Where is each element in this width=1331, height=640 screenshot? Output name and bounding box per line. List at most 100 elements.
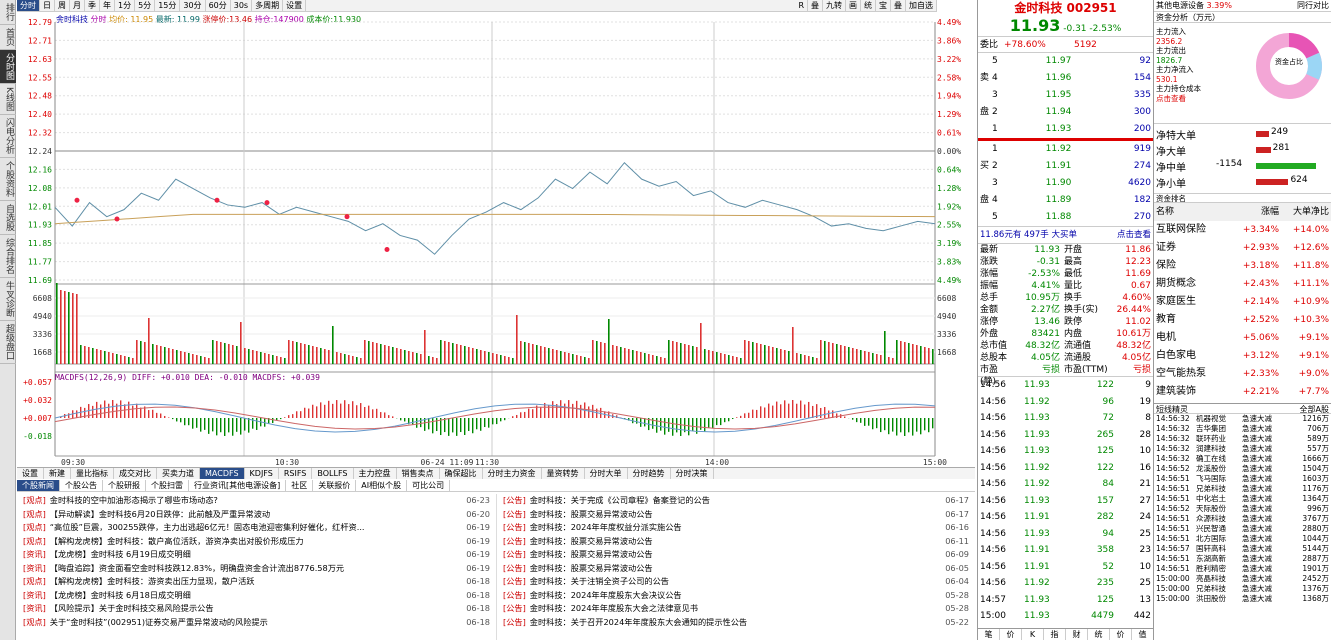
quote-nav-tab[interactable]: 财 — [1066, 629, 1088, 640]
short-tick-row[interactable]: 14:56:51 众源科技 急速大减 3767万 — [1154, 514, 1331, 524]
indicator-tab[interactable]: 确保超比 — [440, 468, 483, 479]
short-tick-row[interactable]: 14:56:52 天际股份 急速大减 996万 — [1154, 504, 1331, 514]
sector-row[interactable]: 证券 +2.93% +12.6% — [1154, 239, 1331, 257]
short-tick-row[interactable]: 15:00:00 亮晶科技 急速大减 2452万 — [1154, 574, 1331, 584]
period-button[interactable]: 1分 — [115, 0, 136, 11]
short-tick-row[interactable]: 14:56:51 中化岩土 急速大减 1364万 — [1154, 494, 1331, 504]
news-item[interactable]: [资讯] 【风险提示】关于金时科技交易风险提示公告 06-18 — [17, 602, 496, 616]
big-order-link[interactable]: 点击查看 — [1117, 227, 1151, 243]
period-button[interactable]: 季 — [85, 0, 100, 11]
news-tab[interactable]: 关联报价 — [313, 480, 357, 491]
sidebar-tab[interactable]: 自选股 — [0, 201, 16, 235]
news-tab[interactable]: 可比公司 — [407, 480, 451, 491]
short-tick-row[interactable]: 14:56:57 国轩高科 急速大减 5144万 — [1154, 544, 1331, 554]
indicator-tab[interactable]: 设置 — [17, 468, 44, 479]
short-tick-row[interactable]: 14:56:51 兄弟科技 急速大减 1176万 — [1154, 484, 1331, 494]
indicator-tab[interactable]: 量资转势 — [542, 468, 585, 479]
indicator-tab[interactable]: 分时主力资金 — [483, 468, 542, 479]
news-item[interactable]: [观点] 金时科技的空中加油形态揭示了哪些市场动态? 06-23 — [17, 494, 496, 508]
toolbar-tool-button[interactable]: 叠 — [808, 0, 823, 12]
short-tick-row[interactable]: 14:56:51 兴民智通 急速大减 2880万 — [1154, 524, 1331, 534]
indicator-tab[interactable]: BOLLFS — [312, 468, 354, 479]
toolbar-tool-button[interactable]: 宝 — [876, 0, 891, 12]
short-tick-row[interactable]: 15:00:00 兄弟科技 急速大减 1376万 — [1154, 584, 1331, 594]
indicator-tab[interactable]: 分时趋势 — [628, 468, 671, 479]
news-tab[interactable]: 个股新闻 — [17, 480, 60, 491]
short-tick-row[interactable]: 14:56:52 龙溪股份 急速大减 1504万 — [1154, 464, 1331, 474]
news-item[interactable]: [观点] “高位股”巨震，300255跌停，主力出逃超6亿元！固态电池迎密集利好催… — [17, 521, 496, 535]
period-button[interactable]: 月 — [70, 0, 85, 11]
news-item[interactable]: [公告] 金时科技：2024年年度股东大会决议公告 05-28 — [497, 589, 975, 603]
news-item[interactable]: [资讯] 【龙虎榜】金时科技 6月18日成交明细 06-18 — [17, 589, 496, 603]
period-button[interactable]: 60分 — [206, 0, 231, 11]
news-item[interactable]: [公告] 金时科技：2024年年度股东大会之法律意见书 05-28 — [497, 602, 975, 616]
short-tick-row[interactable]: 15:00:00 洪田股份 急速大减 1368万 — [1154, 594, 1331, 604]
indicator-tab[interactable]: 买卖力道 — [157, 468, 200, 479]
news-item[interactable]: [观点] 关于“金时科技”(002951)证券交易严重异常波动的风险提示 06-18 — [17, 616, 496, 630]
news-tab[interactable]: 个股公告 — [60, 480, 103, 491]
toolbar-tool-button[interactable]: 统 — [861, 0, 876, 12]
news-item[interactable]: [公告] 金时科技：股票交易异常波动公告 06-17 — [497, 508, 975, 522]
news-item[interactable]: [资讯] 【龙虎榜】金时科技 6月19日成交明细 06-19 — [17, 548, 496, 562]
short-tick-row[interactable]: 14:56:32 机器视觉 急速大减 1216万 — [1154, 414, 1331, 424]
news-item[interactable]: [公告] 金时科技：股票交易异常波动公告 06-05 — [497, 562, 975, 576]
short-tick-row[interactable]: 14:56:32 润建科技 急速大减 557万 — [1154, 444, 1331, 454]
sector-row[interactable]: 建筑装饰 +2.21% +7.7% — [1154, 383, 1331, 401]
news-tab[interactable]: 行业资讯[其他电源设备] — [189, 480, 287, 491]
sidebar-tab[interactable]: 排行 — [0, 0, 16, 25]
quote-nav-tab[interactable]: 值 — [1132, 629, 1154, 640]
sector-row[interactable]: 保险 +3.18% +11.8% — [1154, 257, 1331, 275]
news-item[interactable]: [公告] 金时科技：关于注销全资子公司的公告 06-04 — [497, 575, 975, 589]
news-item[interactable]: [公告] 金时科技：股票交易异常波动公告 06-11 — [497, 535, 975, 549]
toolbar-tool-button[interactable]: 叠 — [891, 0, 906, 12]
period-button[interactable]: 日 — [40, 0, 55, 11]
indicator-tab[interactable]: 分时大单 — [585, 468, 628, 479]
indicator-tab[interactable]: 分时决策 — [671, 468, 714, 479]
news-item[interactable]: [资讯] 【晦盘追踪】资金面看空金时科技跌12.83%，明确盘资金合计流出8776… — [17, 562, 496, 576]
short-tick-row[interactable]: 14:56:51 北方国际 急速大减 1044万 — [1154, 534, 1331, 544]
indicator-tab[interactable]: 主力控盘 — [354, 468, 397, 479]
big-order-row[interactable]: 11.86元有 497手 大买单 点击查看 — [978, 226, 1153, 243]
period-button[interactable]: 周 — [55, 0, 70, 11]
toolbar-tool-button[interactable]: 九转 — [823, 0, 846, 12]
short-tick-row[interactable]: 14:56:32 确工在线 急速大减 1666万 — [1154, 454, 1331, 464]
news-item[interactable]: [观点] 【解构龙虎榜】金时科技：游资卖出压力显现，散户活跃 06-18 — [17, 575, 496, 589]
period-button[interactable]: 5分 — [135, 0, 156, 11]
sector-row[interactable]: 互联网保险 +3.34% +14.0% — [1154, 221, 1331, 239]
period-button[interactable]: 30s — [231, 0, 253, 11]
indicator-tab[interactable]: 成交对比 — [114, 468, 157, 479]
news-item[interactable]: [观点] 【解构龙虎榜】金时科技：散户高位活跃，游资净卖出对股价形成压力 06-19 — [17, 535, 496, 549]
short-tick-row[interactable]: 14:56:32 吉华集团 急速大减 706万 — [1154, 424, 1331, 434]
sidebar-tab[interactable]: K线图 — [0, 84, 16, 115]
sidebar-tab[interactable]: 分时图 — [0, 50, 16, 84]
period-button[interactable]: 分时 — [17, 0, 40, 11]
indicator-tab[interactable]: MACDFS — [200, 468, 245, 479]
intraday-chart[interactable]: 12.79 4.49% 12.71 3.86% 12.63 3.22% 12.55 2.58%… — [17, 12, 975, 467]
short-tick-row[interactable]: 14:56:51 东湖高新 急速大减 2887万 — [1154, 554, 1331, 564]
period-button[interactable]: 多周期 — [252, 0, 284, 11]
news-item[interactable]: [观点] 【异动解读】金时科技6月20日跌停：此前触及严重异常波动 06-20 — [17, 508, 496, 522]
toolbar-tool-button[interactable]: 画 — [846, 0, 861, 12]
news-tab[interactable]: 个股扫雷 — [146, 480, 189, 491]
sector-row[interactable]: 白色家电 +3.12% +9.1% — [1154, 347, 1331, 365]
sector-header-cell[interactable]: 大单净比 — [1279, 203, 1329, 221]
indicator-tab[interactable]: KDJFS — [245, 468, 279, 479]
quote-nav-tab[interactable]: 价 — [1000, 629, 1022, 640]
quote-nav-tab[interactable]: 笔 — [978, 629, 1000, 640]
short-tick-row[interactable]: 14:56:51 胜利精密 急速大减 1901万 — [1154, 564, 1331, 574]
toolbar-tool-button[interactable]: R — [795, 0, 808, 12]
sector-row[interactable]: 空气能热泵 +2.33% +9.0% — [1154, 365, 1331, 383]
sector-row[interactable]: 教育 +2.52% +10.3% — [1154, 311, 1331, 329]
news-tab[interactable]: AI相似个股 — [356, 480, 408, 491]
news-item[interactable]: [公告] 金时科技：股票交易异常波动公告 06-09 — [497, 548, 975, 562]
sidebar-tab[interactable]: 超级盘口 — [0, 321, 16, 364]
compare-link[interactable]: 同行对比 — [1297, 0, 1329, 11]
news-tab[interactable]: 个股研报 — [103, 480, 146, 491]
news-item[interactable]: [公告] 金时科技：关于完成《公司章程》备案登记的公告 06-17 — [497, 494, 975, 508]
sidebar-tab[interactable]: 牛叉诊断 — [0, 278, 16, 321]
quote-nav-tab[interactable]: 统 — [1088, 629, 1110, 640]
news-item[interactable]: [公告] 金时科技：关于召开2024年年度股东大会通知的提示性公告 05-22 — [497, 616, 975, 630]
sidebar-tab[interactable]: 个股资料 — [0, 158, 16, 201]
period-button[interactable]: 年 — [100, 0, 115, 11]
sector-row[interactable]: 电机 +5.06% +9.1% — [1154, 329, 1331, 347]
